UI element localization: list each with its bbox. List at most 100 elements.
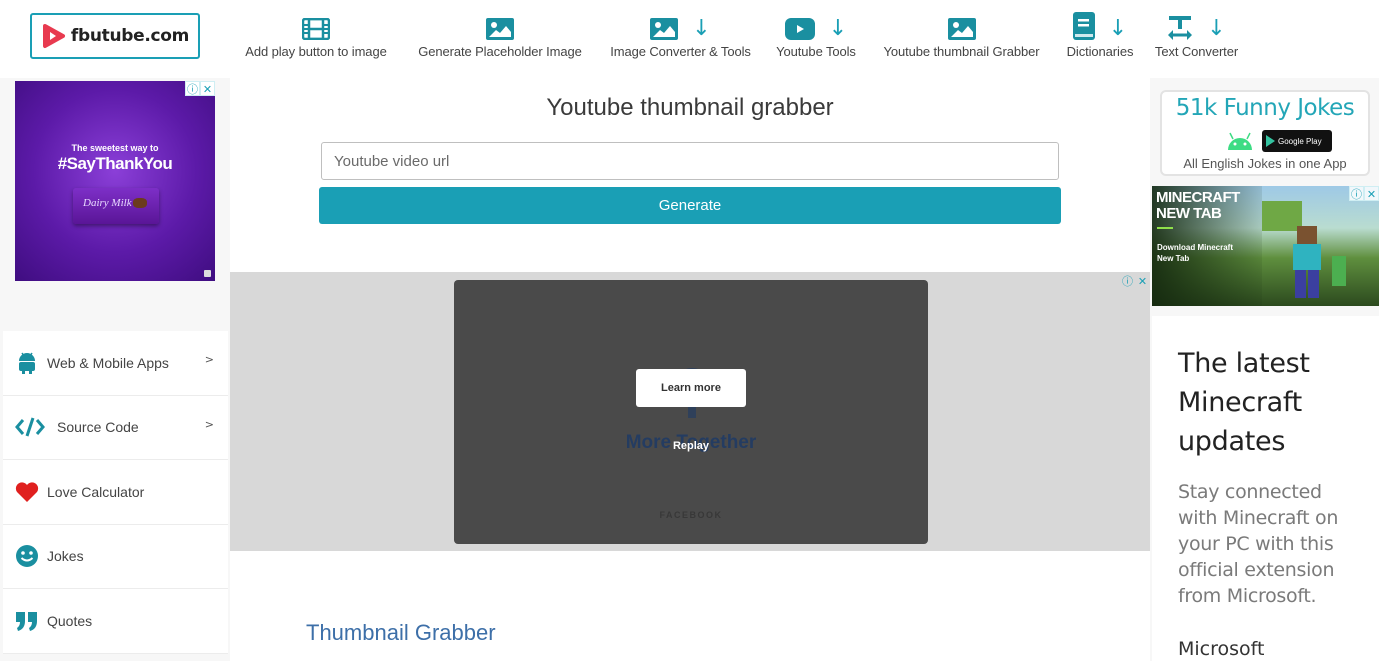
youtube-icon: [784, 18, 815, 40]
headline-line: updates: [1178, 426, 1286, 457]
jokes-app-ad[interactable]: 51k Funny Jokes Google Play All English …: [1160, 90, 1370, 176]
sidebar-item-jokes[interactable]: Jokes: [3, 524, 228, 589]
image-icon: [650, 18, 679, 40]
logo-text: fbutube.com: [70, 26, 190, 46]
ad-close-icon[interactable]: ✕: [1135, 274, 1150, 289]
sidebar-item-love-calculator[interactable]: Love Calculator: [3, 460, 228, 525]
generate-button[interactable]: Generate: [319, 187, 1061, 224]
nav-image-converter[interactable]: ↓ Image Converter & Tools: [602, 0, 759, 78]
ad-close-icon[interactable]: ✕: [1364, 186, 1379, 201]
ms-ad-body: Stay connected with Minecraft on your PC…: [1178, 479, 1378, 609]
android-icon: [15, 351, 39, 375]
site-logo[interactable]: fbutube.com: [30, 13, 200, 59]
microsoft-ad[interactable]: The latest Minecraft updates Stay connec…: [1152, 316, 1379, 661]
minecraft-ad-title: MINECRAFT NEW TAB: [1156, 190, 1240, 222]
subtitle-line: Download Minecraft: [1157, 243, 1234, 252]
creeper-image: [1332, 256, 1346, 286]
ad-info-icon[interactable]: ⓘ: [185, 81, 200, 96]
dropdown-arrow-icon: ↓: [1207, 16, 1226, 41]
product-name: Dairy Milk: [83, 197, 132, 209]
body-line: official extension: [1178, 559, 1335, 581]
ms-ad-brand: Microsoft: [1178, 638, 1265, 660]
play-heart-icon: [42, 24, 65, 48]
ad-headline: #SayThankYou: [57, 154, 173, 173]
title-line: NEW TAB: [1156, 205, 1222, 222]
jokes-ad-subtitle: All English Jokes in one App: [1183, 156, 1347, 171]
film-icon: [302, 18, 330, 40]
sidebar-item-label: Love Calculator: [47, 483, 145, 500]
android-logo-icon: [1228, 132, 1252, 150]
dropdown-arrow-icon: ↓: [692, 16, 711, 41]
nav-add-play-button[interactable]: Add play button to image: [234, 0, 398, 78]
youtube-url-input[interactable]: [321, 142, 1059, 180]
nav-generate-placeholder[interactable]: Generate Placeholder Image: [410, 0, 590, 78]
ad-info-icon[interactable]: ⓘ: [1120, 274, 1135, 289]
smile-icon: [15, 544, 39, 568]
sidebar-item-source-code[interactable]: Source Code >: [3, 395, 228, 460]
nav-dictionaries[interactable]: ↓ Dictionaries: [1062, 0, 1138, 78]
ad-choices: ⓘ ✕: [185, 81, 215, 96]
chocolate-piece: [133, 198, 147, 208]
sidebar-item-quotes[interactable]: Quotes: [3, 589, 228, 654]
minecraft-character-image: [1293, 226, 1321, 298]
quote-icon: [15, 609, 39, 633]
body-line: your PC with this: [1178, 533, 1334, 555]
ad-footer: FACEBOOK: [659, 510, 723, 520]
body-line: Stay connected: [1178, 481, 1322, 503]
google-play-badge[interactable]: Google Play: [1262, 130, 1332, 152]
section-title: Thumbnail Grabber: [306, 620, 496, 645]
ad-choices: ⓘ ✕: [1349, 186, 1379, 201]
nav-youtube-tools[interactable]: ↓ Youtube Tools: [771, 0, 861, 78]
nav-text-converter[interactable]: ↓ Text Converter: [1150, 0, 1243, 78]
sidebar-item-web-mobile-apps[interactable]: Web & Mobile Apps >: [3, 331, 228, 396]
image-icon: [947, 18, 976, 40]
learn-more-button[interactable]: Learn more: [636, 369, 746, 407]
ad-info-icon[interactable]: ⓘ: [1349, 186, 1364, 201]
body-line: from Microsoft.: [1178, 585, 1317, 607]
sidebar-item-label: Web & Mobile Apps: [47, 354, 169, 371]
chocolate-bar-image: Dairy Milk: [73, 188, 159, 224]
ad-choices: ⓘ ✕: [1120, 274, 1150, 289]
code-icon: [15, 415, 45, 439]
cadbury-ad[interactable]: ⓘ ✕ The sweetest way to #SayThankYou Dai…: [15, 81, 215, 281]
text-width-icon: [1168, 16, 1193, 40]
google-play-icon: [1266, 135, 1275, 147]
sidebar-item-label: Source Code: [57, 419, 139, 436]
chevron-right-icon: >: [204, 417, 214, 431]
main-content: Youtube thumbnail grabber Generate ⓘ ✕ M…: [230, 78, 1150, 661]
heart-icon: [15, 480, 39, 504]
site-header: fbutube.com Add play button to image Gen…: [0, 0, 1379, 78]
ms-ad-headline: The latest Minecraft updates: [1178, 344, 1310, 461]
ad-tagline: The sweetest way to: [71, 143, 159, 153]
nav-label: Add play button to image: [245, 44, 387, 59]
minecraft-new-tab-ad[interactable]: MINECRAFT NEW TAB Download Minecraft New…: [1152, 186, 1379, 306]
subtitle-line: New Tab: [1157, 254, 1190, 263]
nav-label: Youtube Tools: [776, 44, 856, 59]
store-label: Google Play: [1278, 136, 1322, 146]
minecraft-ad-subtitle: Download Minecraft New Tab: [1157, 242, 1233, 264]
image-icon: [486, 18, 514, 40]
jokes-ad-title: 51k Funny Jokes: [1175, 95, 1355, 121]
headline-line: Minecraft: [1178, 387, 1302, 418]
dropdown-arrow-icon: ↓: [828, 16, 848, 41]
video-player[interactable]: More Together FACEBOOK Learn more Replay: [454, 280, 928, 544]
nav-label: Text Converter: [1154, 44, 1239, 59]
body-line: with Minecraft on: [1178, 507, 1339, 529]
sidebar-menu: Web & Mobile Apps > Source Code > Love C…: [3, 331, 228, 654]
ad-corner-icon: [204, 270, 211, 277]
nav-label: Generate Placeholder Image: [418, 44, 582, 59]
title-line: MINECRAFT: [1156, 189, 1240, 206]
nav-thumbnail-grabber[interactable]: Youtube thumbnail Grabber: [873, 0, 1050, 78]
replay-button[interactable]: Replay: [454, 440, 928, 452]
divider: [1157, 227, 1173, 229]
page-title: Youtube thumbnail grabber: [546, 94, 834, 121]
sidebar-item-label: Jokes: [47, 548, 84, 565]
nav-label: Youtube thumbnail Grabber: [883, 44, 1040, 59]
sidebar-item-label: Quotes: [47, 612, 93, 629]
headline-line: The latest: [1178, 348, 1310, 379]
nav-label: Dictionaries: [1066, 44, 1134, 59]
chevron-right-icon: >: [204, 353, 214, 366]
nav-label: Image Converter & Tools: [610, 44, 751, 59]
dropdown-arrow-icon: ↓: [1108, 16, 1128, 41]
ad-close-icon[interactable]: ✕: [200, 81, 215, 96]
